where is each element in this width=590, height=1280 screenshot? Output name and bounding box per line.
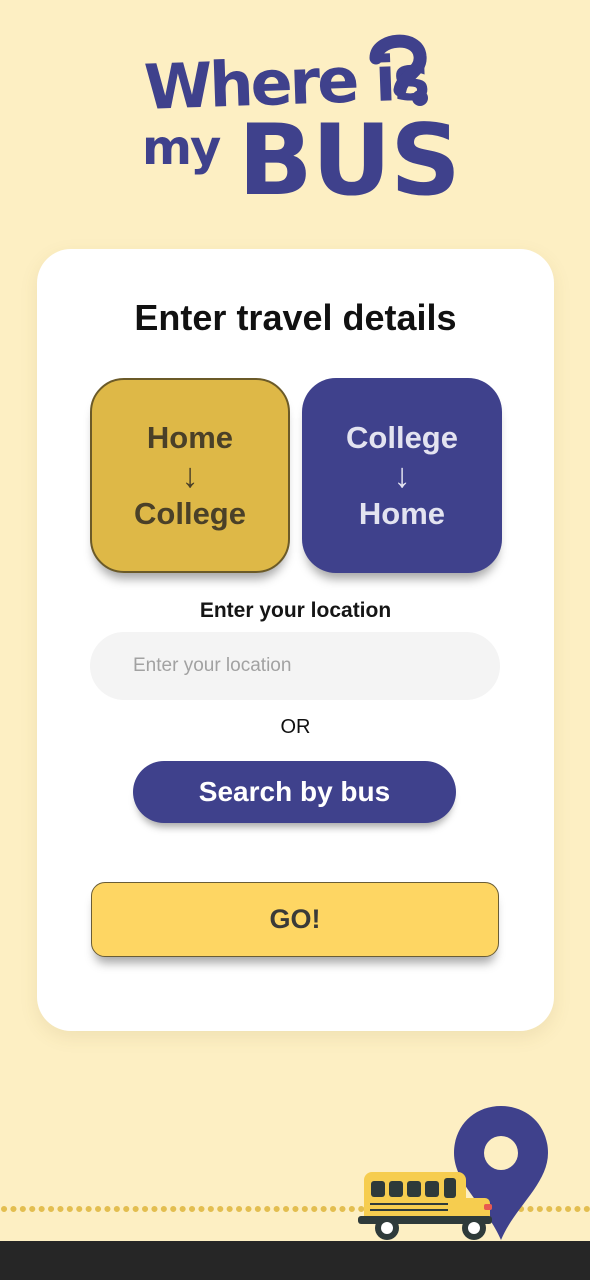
location-input[interactable]	[90, 632, 500, 700]
direction-from-label: Home	[146, 419, 234, 455]
arrow-down-icon: ↓	[393, 456, 411, 495]
system-navigation-bar	[0, 1241, 590, 1280]
direction-from-label: College	[346, 419, 458, 455]
direction-to-label: College	[134, 495, 246, 531]
search-by-bus-button[interactable]: Search by bus	[133, 761, 456, 823]
go-button[interactable]: GO!	[91, 882, 499, 957]
card-title: Enter travel details	[134, 297, 457, 338]
travel-details-card: Enter travel details Home ↓ College Coll…	[37, 249, 554, 1031]
direction-college-to-home-button[interactable]: College ↓ Home	[302, 378, 502, 573]
app-logo: Where is my BUS	[138, 28, 461, 218]
question-mark-icon	[369, 34, 428, 106]
location-label: Enter your location	[199, 599, 392, 622]
direction-to-label: Home	[358, 495, 446, 531]
or-separator: OR	[280, 716, 311, 738]
logo-text-my: my	[142, 120, 221, 176]
direction-home-to-college-button[interactable]: Home ↓ College	[90, 378, 290, 573]
school-bus-icon	[358, 1172, 492, 1240]
arrow-down-icon: ↓	[181, 456, 199, 495]
logo-text-bus: BUS	[238, 104, 461, 218]
